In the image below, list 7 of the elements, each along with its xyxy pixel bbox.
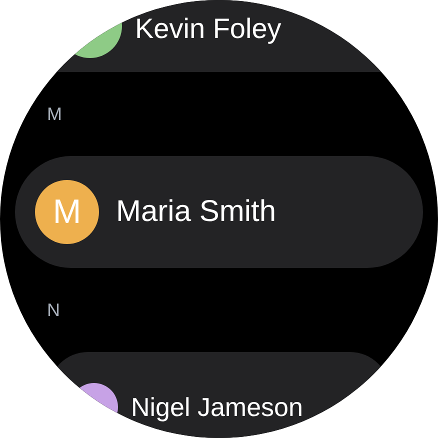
contact-name: Kevin Foley [135,13,282,45]
section-letter: N [47,300,60,320]
section-letter: M [47,104,62,124]
contact-avatar: M [35,180,99,244]
contact-name: Nigel Jameson [131,392,303,422]
contact-name: Maria Smith [116,195,276,229]
contact-chip[interactable]: M Maria Smith [15,156,423,268]
